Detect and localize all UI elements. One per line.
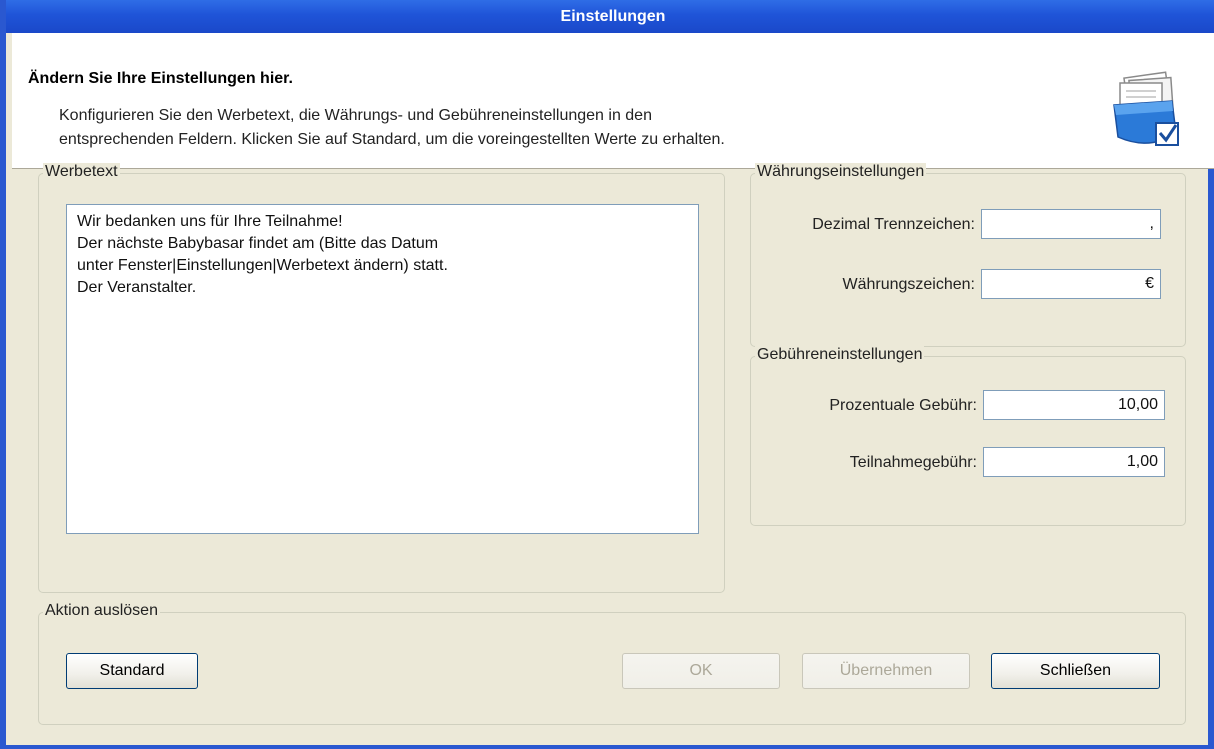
aktion-group: Aktion auslösen Standard OK Übernehmen S… bbox=[38, 602, 1186, 725]
gebuehren-legend: Gebühreneinstellungen bbox=[755, 346, 925, 364]
dialog-titlebar[interactable]: Einstellungen bbox=[6, 0, 1214, 33]
standard-button[interactable]: Standard bbox=[66, 653, 198, 689]
decimal-separator-label: Dezimal Trennzeichen: bbox=[812, 216, 975, 233]
settings-dialog: Einstellungen Ändern Sie Ihre Einstellun… bbox=[0, 0, 1214, 749]
header-title: Ändern Sie Ihre Einstellungen hier. bbox=[28, 70, 293, 87]
apply-button[interactable]: Übernehmen bbox=[802, 653, 970, 689]
currency-symbol-label: Währungszeichen: bbox=[842, 276, 975, 293]
gebuehren-group: Gebühreneinstellungen Prozentuale Gebühr… bbox=[750, 346, 1186, 526]
dialog-title: Einstellungen bbox=[560, 7, 666, 25]
waehrung-group: Währungseinstellungen Dezimal Trennzeich… bbox=[750, 163, 1186, 347]
header-description-line1: Konfigurieren Sie den Werbetext, die Wäh… bbox=[59, 107, 652, 124]
werbetext-group: Werbetext Wir bedanken uns für Ihre Teil… bbox=[38, 163, 725, 593]
header-description-line2: entsprechenden Feldern. Klicken Sie auf … bbox=[59, 131, 725, 148]
percentage-fee-label: Prozentuale Gebühr: bbox=[829, 397, 977, 414]
decimal-separator-input[interactable]: , bbox=[981, 209, 1161, 239]
dialog-header: Ändern Sie Ihre Einstellungen hier. Konf… bbox=[12, 33, 1214, 169]
close-button[interactable]: Schließen bbox=[991, 653, 1160, 689]
werbetext-textarea[interactable]: Wir bedanken uns für Ihre Teilnahme! Der… bbox=[66, 204, 699, 534]
currency-symbol-input[interactable]: € bbox=[981, 269, 1161, 299]
participation-fee-input[interactable]: 1,00 bbox=[983, 447, 1165, 477]
percentage-fee-input[interactable]: 10,00 bbox=[983, 390, 1165, 420]
aktion-legend: Aktion auslösen bbox=[43, 602, 160, 620]
participation-fee-label: Teilnahmegebühr: bbox=[849, 454, 977, 471]
werbetext-legend: Werbetext bbox=[43, 163, 120, 181]
ok-button[interactable]: OK bbox=[622, 653, 780, 689]
waehrung-legend: Währungseinstellungen bbox=[755, 163, 927, 181]
settings-folder-check-icon bbox=[1110, 71, 1186, 151]
